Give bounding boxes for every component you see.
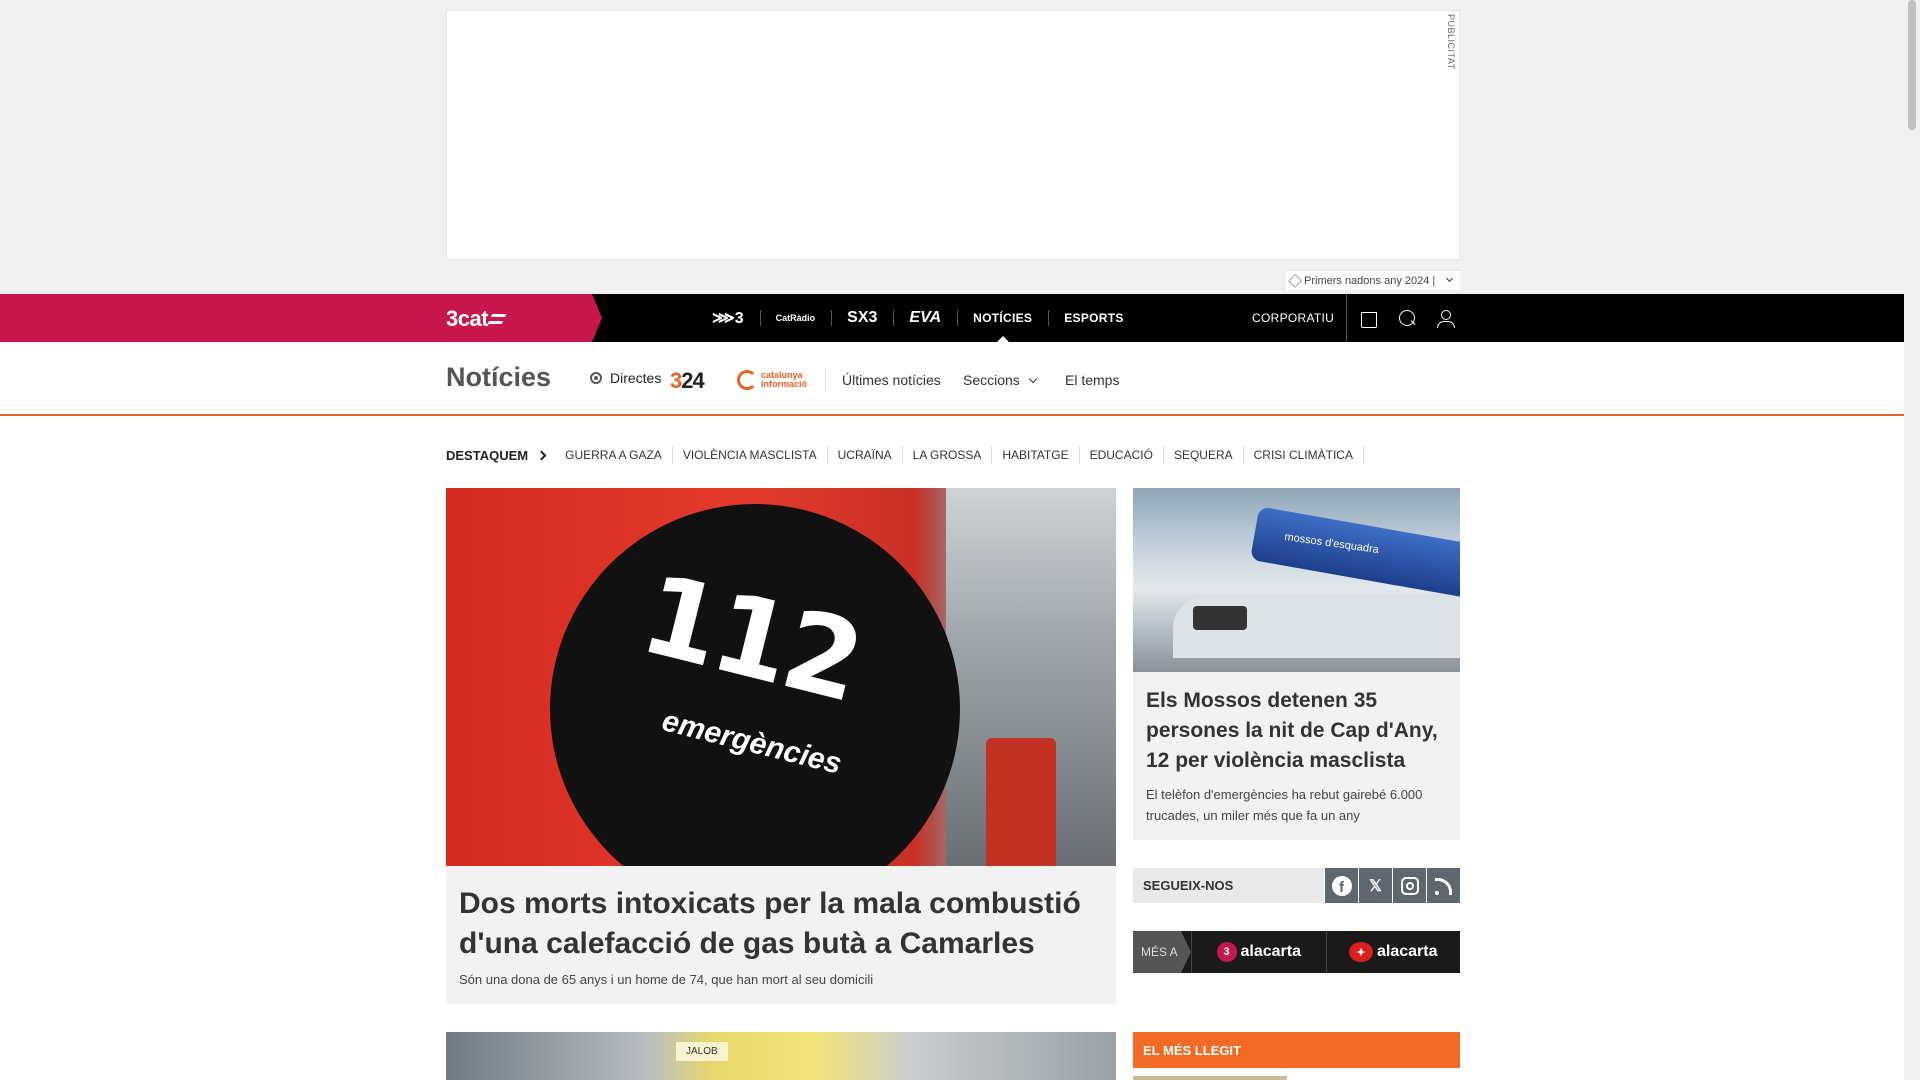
seccions-label: Seccions — [963, 372, 1020, 388]
catalunya-informacio-logo[interactable]: catalunya informació — [737, 370, 813, 390]
image-slot — [1193, 606, 1247, 630]
el-temps-link[interactable]: El temps — [1065, 372, 1119, 388]
corporate-link[interactable]: CORPORATIU — [1252, 294, 1334, 342]
directes-link[interactable]: Directes — [590, 370, 661, 386]
topic-tag[interactable]: HABITATGE — [992, 446, 1080, 464]
chevron-down-icon — [1028, 374, 1038, 384]
channel-label: ESPORTS — [1064, 311, 1124, 325]
ci-logo-text: catalunya informació — [761, 370, 808, 389]
top-navigation: 3cat ⋙3 CatRàdio SX3 EVA NOTÍCIES ESPORT… — [0, 294, 1904, 342]
brand-band — [0, 294, 602, 342]
channel-list: ⋙3 CatRàdio SX3 EVA NOTÍCIES ESPORTS — [696, 294, 1140, 342]
channel-tv3[interactable]: ⋙3 — [696, 294, 760, 342]
directes-label: Directes — [610, 370, 662, 386]
sx3-logo-icon: SX3 — [847, 309, 878, 326]
x-icon: 𝕏 — [1369, 877, 1382, 895]
most-read-thumbnail[interactable] — [1133, 1076, 1287, 1080]
page-scrollbar[interactable] — [1904, 0, 1920, 1080]
channel-label: NOTÍCIES — [973, 311, 1033, 325]
topic-tag[interactable]: SEQUERA — [1164, 446, 1244, 464]
divider — [825, 368, 826, 392]
tv3-logo-icon: ⋙3 — [712, 310, 744, 327]
logo-324-suffix: 24 — [681, 368, 705, 393]
facebook-icon: f — [1331, 875, 1352, 896]
rss-icon — [1434, 877, 1453, 895]
channel-catradio[interactable]: CatRàdio — [759, 294, 832, 342]
next-article-image[interactable]: JALOB — [446, 1032, 1116, 1080]
image-112-badge: 112 emergències — [550, 504, 960, 866]
hero-article-title[interactable]: Dos morts intoxicats per la mala combust… — [459, 884, 1103, 964]
logo-324-prefix: 3 — [670, 368, 682, 393]
tag-icon — [1287, 273, 1303, 288]
logo-text: 3cat — [446, 306, 489, 331]
hero-article-caption[interactable]: Dos morts intoxicats per la mala combust… — [446, 866, 1116, 1004]
ad-banner[interactable] — [446, 10, 1460, 260]
hero-article-image[interactable]: 112 emergències — [446, 488, 1116, 866]
topic-tag[interactable]: UCRAÏNA — [828, 446, 903, 464]
destaquem-bar: DESTAQUEM GUERRA A GAZA VIOLÈNCIA MASCLI… — [446, 446, 1364, 464]
image-window-area — [946, 488, 1116, 866]
side-article-subtitle: El telèfon d'emergències ha rebut gaireb… — [1146, 787, 1423, 823]
image-siren-text: mossos d'esquadra — [1283, 530, 1380, 557]
eva-logo-icon: EVA — [909, 309, 942, 326]
catradio-badge-icon: ✦ — [1349, 942, 1373, 962]
seccions-dropdown[interactable]: Seccions — [963, 372, 1038, 388]
chevron-down-icon — [1446, 274, 1454, 283]
live-broadcast-icon — [590, 372, 602, 384]
tv3-alacarta-button[interactable]: 3 alacarta — [1191, 931, 1326, 973]
ultimes-noticies-link[interactable]: Últimes notícies — [842, 372, 941, 388]
channel-noticies[interactable]: NOTÍCIES — [957, 294, 1048, 342]
hero-article-subtitle: Són una dona de 65 anys i un home de 74,… — [459, 972, 874, 987]
ad-zone: PUBLICITAT Primers nadons any 2024 | — [0, 0, 1904, 294]
side-article-card[interactable]: Els Mossos detenen 35 persones la nit de… — [1133, 672, 1460, 840]
follow-us-label: SEGUEIX-NOS — [1143, 878, 1234, 893]
section-header: Notícies Directes 324 catalunya informac… — [0, 342, 1904, 416]
alacarta-label: alacarta — [1377, 943, 1438, 960]
topic-tag[interactable]: VIOLÈNCIA MASCLISTA — [673, 446, 828, 464]
topic-tag[interactable]: CRISI CLIMÀTICA — [1244, 446, 1364, 464]
scrollbar-thumb[interactable] — [1908, 0, 1916, 130]
rss-button[interactable] — [1426, 868, 1460, 903]
topic-tag[interactable]: GUERRA A GAZA — [555, 446, 673, 464]
channel-esports[interactable]: ESPORTS — [1048, 294, 1139, 342]
user-icon[interactable] — [1437, 310, 1455, 328]
nav-icons — [1346, 294, 1455, 342]
image-112-number: 112 — [629, 549, 872, 727]
side-article-image[interactable]: mossos d'esquadra — [1133, 488, 1460, 672]
shop-bag-icon[interactable] — [1361, 311, 1377, 328]
mes-a-label: MÉS A — [1133, 931, 1191, 973]
catradio-alacarta-button[interactable]: ✦ alacarta — [1325, 931, 1461, 973]
x-button[interactable]: 𝕏 — [1358, 868, 1392, 903]
tv3-badge-icon: 3 — [1216, 942, 1237, 962]
logo-swoosh-icon — [487, 314, 507, 324]
catradio-logo-icon: CatRàdio — [775, 313, 816, 323]
ad-tag-label: Primers nadons any 2024 | — [1304, 274, 1436, 287]
channel-sx3[interactable]: SX3 — [831, 294, 893, 342]
section-title[interactable]: Notícies — [446, 362, 551, 393]
chevron-right-icon — [536, 450, 547, 460]
search-icon[interactable] — [1399, 310, 1415, 326]
most-read-header: EL MÉS LLEGIT — [1133, 1032, 1460, 1068]
image-note: JALOB — [676, 1042, 728, 1061]
destaquem-label[interactable]: DESTAQUEM — [446, 447, 547, 463]
topic-tag[interactable]: EDUCACIÓ — [1080, 446, 1164, 464]
ad-label: PUBLICITAT — [1446, 14, 1456, 70]
alacarta-label: alacarta — [1240, 943, 1302, 960]
destaquem-text: DESTAQUEM — [446, 447, 529, 463]
image-siren: mossos d'esquadra — [1250, 506, 1460, 600]
instagram-icon — [1400, 876, 1419, 895]
channel-eva[interactable]: EVA — [893, 294, 957, 342]
ad-topic-tag[interactable]: Primers nadons any 2024 | — [1286, 270, 1460, 290]
image-vehicle-part — [986, 738, 1056, 866]
follow-us-bar: SEGUEIX-NOS f 𝕏 — [1133, 868, 1460, 903]
3cat24-logo[interactable]: 324 — [670, 368, 705, 394]
facebook-button[interactable]: f — [1324, 868, 1358, 903]
topic-tag[interactable]: LA GROSSA — [903, 446, 993, 464]
instagram-button[interactable] — [1392, 868, 1426, 903]
side-article-title[interactable]: Els Mossos detenen 35 persones la nit de… — [1146, 686, 1447, 776]
ci-circle-icon — [737, 370, 757, 390]
3cat-logo[interactable]: 3cat — [446, 306, 507, 332]
mes-a-alacarta: MÉS A 3 alacarta ✦ alacarta — [1133, 931, 1460, 973]
